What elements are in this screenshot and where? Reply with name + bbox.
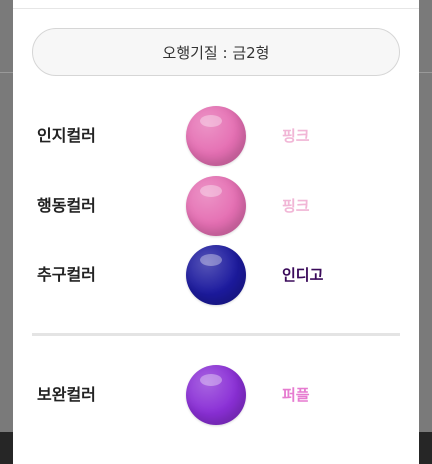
- color-name: 핑크: [282, 197, 310, 215]
- color-row-complement: 보완컬러 퍼플: [13, 365, 419, 425]
- backdrop-divider: [419, 72, 432, 73]
- color-swatch: [186, 245, 246, 305]
- row-label: 행동컬러: [37, 196, 96, 215]
- row-label: 추구컬러: [37, 265, 96, 284]
- color-name: 인디고: [282, 266, 324, 284]
- row-label: 보완컬러: [37, 385, 96, 404]
- backdrop-divider: [0, 72, 13, 73]
- color-name: 핑크: [282, 127, 310, 145]
- color-result-sheet: 오행기질 : 금2형 인지컬러 핑크 행동컬러 핑크 추구컬러 인디고 보완컬러…: [13, 0, 419, 464]
- color-swatch: [186, 106, 246, 166]
- element-type-pill: 오행기질 : 금2형: [32, 28, 400, 76]
- color-row-cognitive: 인지컬러 핑크: [13, 106, 419, 166]
- color-swatch: [186, 365, 246, 425]
- color-name: 퍼플: [282, 386, 310, 404]
- color-swatch: [186, 176, 246, 236]
- sheet-top-divider: [13, 8, 419, 9]
- row-label: 인지컬러: [37, 126, 96, 145]
- element-type-label: 오행기질 : 금2형: [162, 43, 270, 62]
- color-row-behavior: 행동컬러 핑크: [13, 176, 419, 236]
- color-row-pursuit: 추구컬러 인디고: [13, 245, 419, 305]
- section-divider: [32, 333, 400, 336]
